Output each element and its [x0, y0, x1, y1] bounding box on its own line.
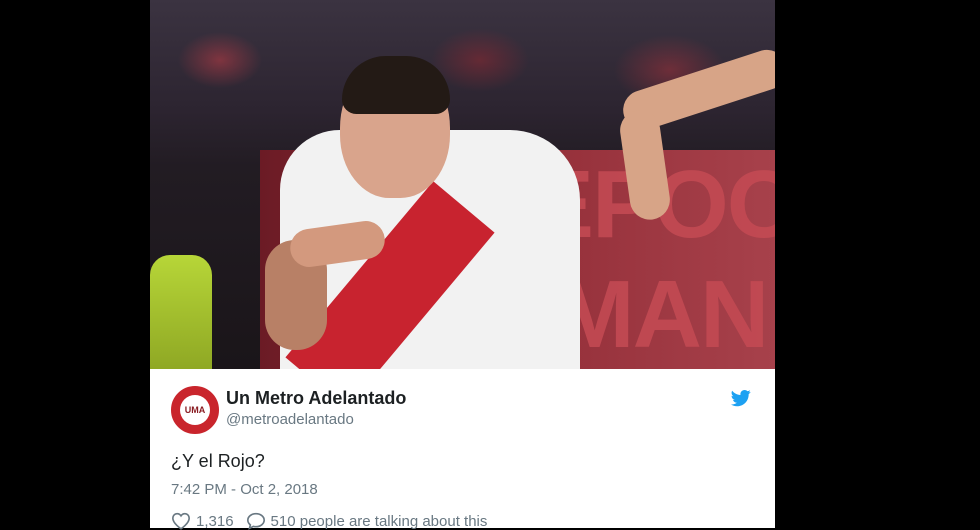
tweet-text: ¿Y el Rojo?: [171, 451, 265, 471]
like-button[interactable]: 1,316: [171, 512, 234, 530]
heart-icon: [171, 512, 191, 530]
embed-container: EPOO IMAN UMA Un Metro Adelantado @metro…: [0, 0, 980, 530]
twitter-bird-icon[interactable]: [730, 388, 752, 408]
tweet-card: UMA Un Metro Adelantado @metroadelantado…: [150, 369, 775, 530]
talking-count: 510 people are talking about this: [270, 512, 488, 530]
tweet-photo[interactable]: EPOO IMAN: [150, 0, 775, 369]
avatar-logo: UMA: [180, 395, 210, 425]
referee-figure: [150, 255, 212, 369]
player-hair: [342, 56, 450, 114]
like-count: 1,316: [196, 512, 234, 530]
tweet-actions: 1,316 510 people are talking about this: [171, 512, 487, 530]
tweet-timestamp[interactable]: 7:42 PM - Oct 2, 2018: [171, 481, 318, 498]
avatar[interactable]: UMA: [171, 386, 219, 434]
author-handle[interactable]: @metroadelantado: [226, 411, 354, 428]
conversation-button[interactable]: 510 people are talking about this: [246, 512, 488, 530]
speech-bubble-icon: [246, 512, 265, 530]
author-name[interactable]: Un Metro Adelantado: [226, 388, 406, 409]
